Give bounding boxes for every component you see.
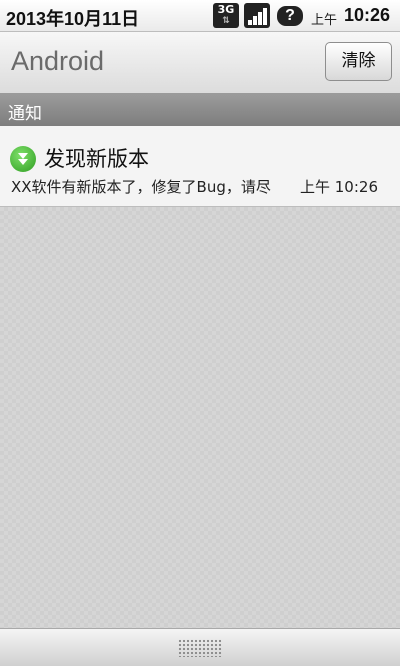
download-icon	[10, 146, 36, 172]
header-title: Android	[11, 46, 105, 76]
close-handle[interactable]	[0, 628, 400, 666]
signal-icon	[244, 3, 270, 28]
status-bar: 2013年10月11日 3G ⇅ ? 上午 10:26	[0, 0, 400, 32]
notification-time: 上午 10:26	[300, 178, 378, 196]
section-label: 通知	[8, 104, 42, 124]
notification-title: 发现新版本	[44, 147, 149, 171]
status-date: 2013年10月11日	[6, 9, 140, 29]
grip-icon	[178, 639, 222, 657]
notification-item[interactable]: 发现新版本 XX软件有新版本了，修复了Bug，请尽快更新 上午 10:26	[0, 126, 400, 207]
clear-button[interactable]: 清除	[325, 42, 392, 81]
help-icon: ?	[277, 6, 303, 26]
notification-header: Android 清除	[0, 32, 400, 94]
status-ampm: 上午	[311, 13, 338, 28]
status-time: 10:26	[344, 5, 391, 25]
notification-text: XX软件有新版本了，修复了Bug，请尽快更新	[11, 178, 271, 196]
section-header: 通知	[0, 94, 400, 126]
empty-area	[0, 207, 400, 628]
3g-icon: 3G ⇅	[213, 3, 239, 28]
network-label: 3G	[217, 3, 235, 16]
